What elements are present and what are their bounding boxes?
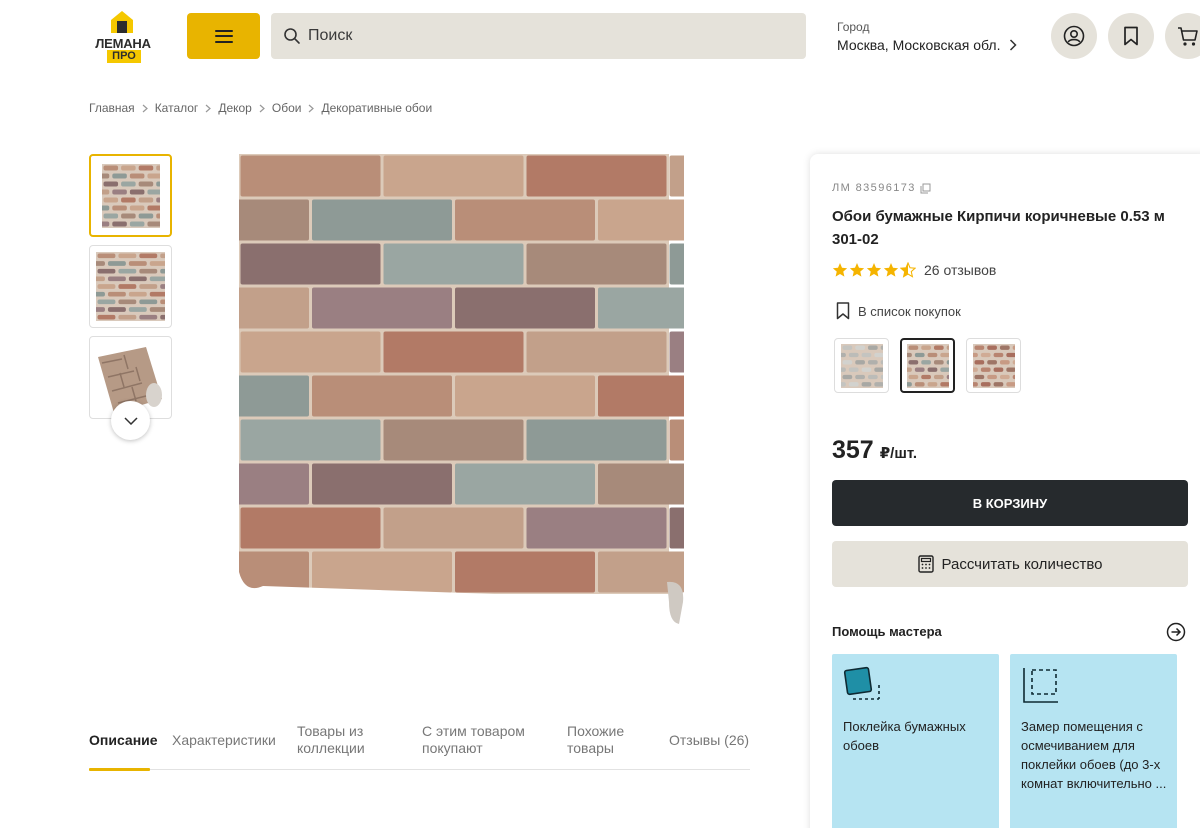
search-input[interactable] [308,27,788,45]
service-card-measurement[interactable]: Замер помещения с осмечиванием для покле… [1010,654,1177,828]
star-icon [832,263,848,277]
tab-similar[interactable]: Похожие товары [567,723,637,757]
variant-brown-selected[interactable] [900,338,955,393]
bookmark-icon [836,302,850,320]
city-value: Москва, Московская обл. [837,37,1001,53]
cart-header-button[interactable] [1165,13,1200,59]
product-buy-panel: ЛМ 83596173 Обои бумажные Кирпичи коричн… [810,154,1200,828]
breadcrumb-item[interactable]: Обои [272,101,302,115]
product-price: 357 ₽/шт. [832,436,917,465]
red-brick-swatch [973,344,1015,388]
gallery-thumbnail[interactable] [89,245,172,328]
service-title: Замер помещения с осмечиванием для покле… [1021,719,1167,791]
hamburger-icon [214,29,233,43]
user-icon [1063,25,1085,47]
gallery-scroll-down-button[interactable] [111,401,150,440]
variant-grey[interactable] [834,338,889,393]
variant-red[interactable] [966,338,1021,393]
breadcrumb-item[interactable]: Декоративные обои [321,101,432,115]
breadcrumb: Главная Каталог Декор Обои Декоративные … [89,101,432,115]
price-value: 357 [832,436,874,464]
add-to-cart-button[interactable]: В КОРЗИНУ [832,480,1188,526]
star-icon [866,263,882,277]
help-section-title: Помощь мастера [832,624,942,639]
city-selector[interactable]: Город Москва, Московская обл. [837,20,1018,54]
tab-description[interactable]: Описание [89,732,158,749]
measurement-icon [1023,668,1058,703]
cart-icon [1178,27,1198,46]
tab-collection[interactable]: Товары из коллекции [297,723,392,757]
brown-brick-swatch [907,344,949,388]
profile-button[interactable] [1051,13,1097,59]
tab-characteristics[interactable]: Характеристики [172,732,276,749]
chevron-right-icon [1010,39,1018,51]
catalog-menu-button[interactable] [187,13,260,59]
logo-house-icon [111,11,133,33]
active-tab-indicator [89,768,150,771]
chevron-right-icon [308,104,315,113]
star-icon [883,263,899,277]
product-rating[interactable]: 26 отзывов [832,262,996,278]
copy-icon[interactable] [920,183,931,194]
tab-bought-together[interactable]: С этим товаром покупают [422,723,540,757]
favorites-button[interactable] [1108,13,1154,59]
add-to-shopping-list-button[interactable]: В список покупок [836,302,961,320]
breadcrumb-item[interactable]: Каталог [155,101,199,115]
tab-reviews[interactable]: Отзывы (26) [669,732,749,749]
calculator-icon [917,555,934,573]
calculate-quantity-button[interactable]: Рассчитать количество [832,541,1188,587]
wallpaper-service-icon [843,666,880,700]
product-tabs: Описание Характеристики Товары из коллек… [89,723,750,771]
sku-text: ЛМ 83596173 [832,182,916,194]
shopping-list-label: В список покупок [858,303,961,319]
wallpaper-roll-thumbnail [102,164,160,228]
service-title: Поклейка бумажных обоев [843,719,966,753]
chevron-right-icon [259,104,265,113]
product-main-image[interactable] [239,154,684,626]
chevron-right-icon [142,104,148,113]
product-sku: ЛМ 83596173 [832,182,931,194]
half-star-icon [900,262,916,278]
price-unit: ₽/шт. [879,445,918,462]
breadcrumb-item[interactable]: Декор [218,101,252,115]
city-label: Город [837,20,870,34]
gallery-thumbnail[interactable] [89,154,172,237]
reviews-count[interactable]: 26 отзывов [924,262,996,278]
product-title: Обои бумажные Кирпичи коричневые 0.53 м … [832,208,1165,248]
service-card-wallpapering[interactable]: Поклейка бумажных обоев [832,654,999,828]
rating-stars [832,262,916,278]
search-icon [284,28,300,44]
chevron-right-icon [205,104,212,113]
search-bar[interactable] [271,13,806,59]
brick-closeup-thumbnail [96,252,165,321]
bookmark-icon [1124,26,1138,46]
arrow-right-circle-icon[interactable] [1166,622,1186,642]
grey-brick-swatch [841,344,883,388]
star-icon [849,263,865,277]
chevron-down-icon [123,416,138,425]
breadcrumb-item[interactable]: Главная [89,101,135,115]
calculate-label: Рассчитать количество [941,555,1103,573]
brand-logo[interactable]: ЛЕМАНА ПРО [89,10,157,64]
logo-wordmark: ЛЕМАНА [95,36,151,51]
logo-submark: ПРО [107,50,141,63]
